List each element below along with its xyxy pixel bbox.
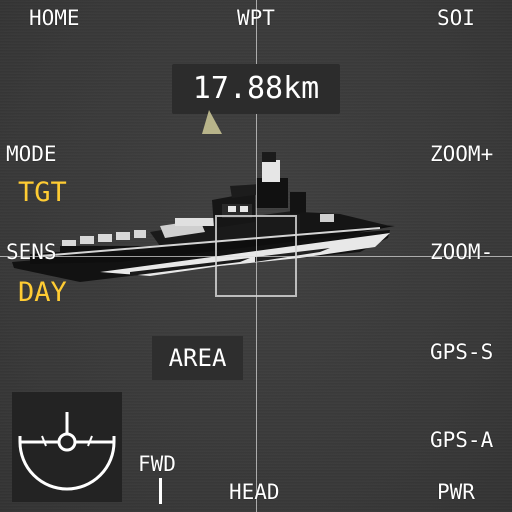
zoom-in-button[interactable]: ZOOM+ (430, 142, 493, 166)
wpt-button[interactable]: WPT (237, 6, 275, 30)
soi-button[interactable]: SOI (437, 6, 475, 30)
fwd-button[interactable]: FWD (138, 452, 176, 476)
gimbal-attitude-indicator (12, 392, 122, 502)
tracking-gate (215, 215, 297, 297)
home-button[interactable]: HOME (29, 6, 80, 30)
gps-s-button[interactable]: GPS-S (430, 340, 493, 364)
range-pointer-icon (202, 110, 222, 134)
sens-button[interactable]: SENS (6, 240, 57, 264)
gimbal-icon (18, 412, 116, 491)
area-track-button[interactable]: AREA (152, 336, 243, 380)
head-button[interactable]: HEAD (229, 480, 280, 504)
mode-value: TGT (18, 177, 67, 208)
range-readout: 17.88km (172, 64, 340, 114)
range-value: 17.88km (192, 71, 320, 106)
gps-a-button[interactable]: GPS-A (430, 428, 493, 452)
mode-button[interactable]: MODE (6, 142, 57, 166)
targeting-pod-display: HOME WPT SOI 17.88km MODE TGT SENS DAY Z… (0, 0, 512, 512)
fwd-indicator-tick (159, 478, 162, 504)
sens-value: DAY (18, 277, 67, 308)
zoom-out-button[interactable]: ZOOM- (430, 240, 493, 264)
pwr-button[interactable]: PWR (437, 480, 475, 504)
